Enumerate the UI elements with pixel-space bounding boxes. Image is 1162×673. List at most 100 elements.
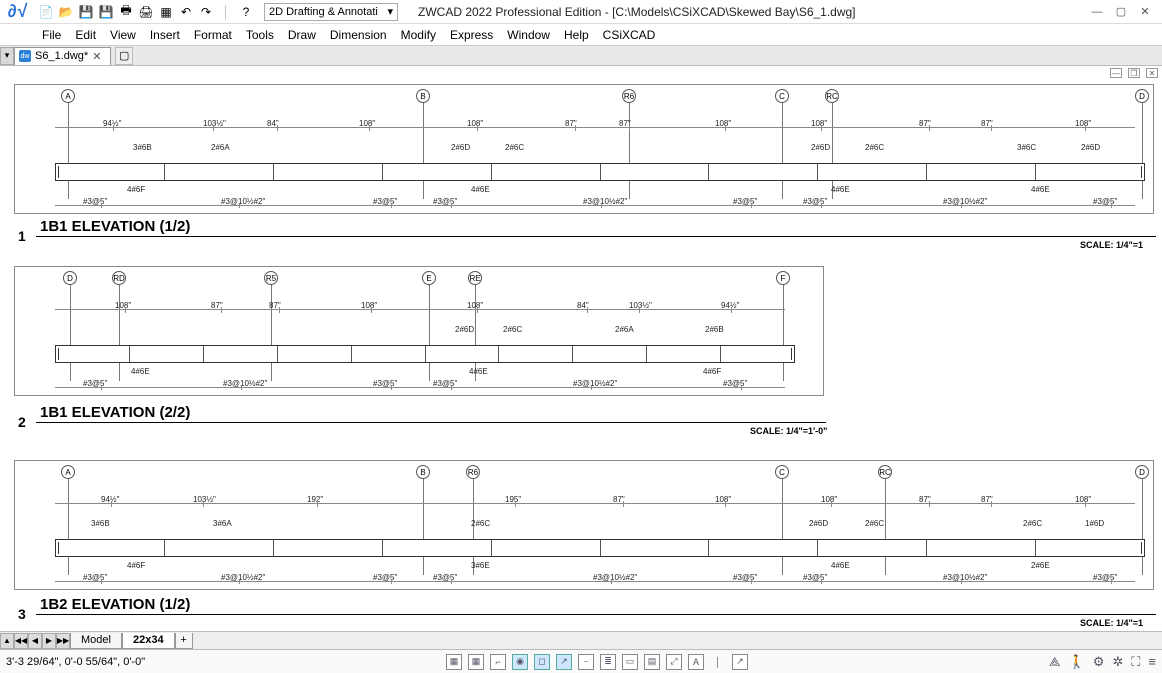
spacing-callout: #3@10½#2" [943,573,987,582]
dimension-text: 103½" [629,301,652,310]
plot-icon[interactable]: 🖶 [118,4,134,20]
undo-icon[interactable]: ↶ [178,4,194,20]
dimension-text: 108" [361,301,377,310]
drawing-viewport: ABR6CRCD94½"103½"192"195"87"108"108"87"8… [14,460,1154,590]
spacing-callout: #3@10½#2" [223,379,267,388]
polar-icon[interactable]: ◉ [512,654,528,670]
osnap-icon[interactable]: ◻ [534,654,550,670]
rebar-callout: 2#6A [211,143,230,152]
scale-note: SCALE: 1/4"=1'-0" [750,426,827,436]
sep: │ [218,4,234,20]
document-tab-label: S6_1.dwg* [35,50,88,62]
stirrup-callout: 3#6E [471,561,490,570]
rebar-callout: 2#6C [865,519,884,528]
ann-icon[interactable]: A [688,654,704,670]
app-title: ZWCAD 2022 Professional Edition - [C:\Mo… [398,5,1080,19]
otrack-icon[interactable]: ↗ [556,654,572,670]
dimension-text: 108" [115,301,131,310]
workspace-dropdown[interactable]: 2D Drafting & Annotati ▾ [264,3,398,21]
menu-window[interactable]: Window [507,28,550,42]
app-logo: ∂√ [0,1,34,23]
menu-file[interactable]: File [42,28,61,42]
grid-bubble: D [63,271,77,285]
maximize-icon[interactable]: ▢ [1114,5,1128,19]
stirrup-callout: 4#6E [831,185,850,194]
menu-icon[interactable]: ≡ [1148,654,1156,669]
beam-elevation [55,539,1145,557]
menu-tools[interactable]: Tools [246,28,274,42]
layout-up-icon[interactable]: ▲ [0,633,14,649]
layout-last-icon[interactable]: ▶▶ [56,633,70,649]
stirrup-callout: 4#6F [127,561,145,570]
menu-format[interactable]: Format [194,28,232,42]
lwt-icon[interactable]: ≣ [600,654,616,670]
model-icon[interactable]: ▭ [622,654,638,670]
grid-bubble: C [775,89,789,103]
document-tab[interactable]: dw S6_1.dwg* ✕ [14,47,111,65]
spacing-callout: #3@5" [433,573,457,582]
grid-bubble: RD [112,271,126,285]
match-icon[interactable]: ▦ [158,4,174,20]
menu-csixcad[interactable]: CSiXCAD [603,28,656,42]
status-toggles: ▦▦⌐◉◻↗⎯≣▭▤⤢A│↗ [446,654,748,670]
menu-modify[interactable]: Modify [401,28,436,42]
layout-add-button[interactable]: + [175,633,193,649]
saveall-icon[interactable]: 💾 [98,4,114,20]
rebar-callout: 2#6C [503,325,522,334]
redo-icon[interactable]: ↷ [198,4,214,20]
menu-draw[interactable]: Draw [288,28,316,42]
close-icon[interactable]: ✕ [1138,5,1152,19]
inner-restore-icon[interactable]: ❐ [1128,68,1140,78]
new-tab-button[interactable]: ▢ [115,47,133,65]
spacing-callout: #3@5" [723,379,747,388]
drawing-canvas[interactable]: — ❐ ✕ ABR6CRCD94½"103½"84"108"108"87"87"… [0,66,1162,626]
menu-help[interactable]: Help [564,28,589,42]
layout-prev-icon[interactable]: ◀ [28,633,42,649]
walk-icon[interactable]: 🚶 [1069,654,1085,670]
save-icon[interactable]: 💾 [78,4,94,20]
menu-view[interactable]: View [110,28,136,42]
layout-first-icon[interactable]: ◀◀ [14,633,28,649]
maximize-icon[interactable]: ⛶ [1131,654,1140,670]
tab-list-dropdown[interactable]: ▾ [0,47,14,65]
rebar-callout: 2#6C [865,143,884,152]
spacing-callout: #3@10½#2" [943,197,987,206]
dimension-text: 103½" [193,495,216,504]
isoview-icon[interactable]: ⟁ [1049,654,1061,670]
grid-bubble: B [416,89,430,103]
minimize-icon[interactable]: — [1090,5,1104,19]
beam-elevation [55,163,1145,181]
dimension-text: 192" [307,495,323,504]
inner-minimize-icon[interactable]: — [1110,68,1122,78]
menu-edit[interactable]: Edit [75,28,96,42]
spacing-callout: #3@5" [83,573,107,582]
layout-next-icon[interactable]: ▶ [42,633,56,649]
layout-tab-22x34[interactable]: 22x34 [122,633,175,649]
lock-icon[interactable]: ✲ [1112,654,1123,670]
new-icon[interactable]: 📄 [38,4,54,20]
window-buttons: — ▢ ✕ [1080,5,1162,19]
grid-bubble: D [1135,89,1149,103]
grid-bubble: A [61,465,75,479]
grid-icon[interactable]: ▦ [446,654,462,670]
snap-icon[interactable]: ▦ [468,654,484,670]
inner-close-icon[interactable]: ✕ [1146,68,1158,78]
menu-express[interactable]: Express [450,28,493,42]
spacing-callout: #3@10½#2" [221,197,265,206]
print-icon[interactable]: 🖨 [138,4,154,20]
qp-icon[interactable]: ▤ [644,654,660,670]
section-title: 1B1 ELEVATION (1/2) [40,218,190,235]
arrow-icon[interactable]: ↗ [732,654,748,670]
close-tab-icon[interactable]: ✕ [92,50,104,62]
gear-icon[interactable]: ⚙ [1093,654,1105,670]
menu-bar: File Edit View Insert Format Tools Draw Dimensi… [0,24,1162,46]
sc-icon[interactable]: ⤢ [666,654,682,670]
menu-insert[interactable]: Insert [150,28,180,42]
ortho-icon[interactable]: ⌐ [490,654,506,670]
spacing-callout: #3@10½#2" [573,379,617,388]
layout-tab-model[interactable]: Model [70,633,122,649]
dyn-icon[interactable]: ⎯ [578,654,594,670]
help-icon[interactable]: ? [238,4,254,20]
open-icon[interactable]: 📂 [58,4,74,20]
menu-dimension[interactable]: Dimension [330,28,387,42]
